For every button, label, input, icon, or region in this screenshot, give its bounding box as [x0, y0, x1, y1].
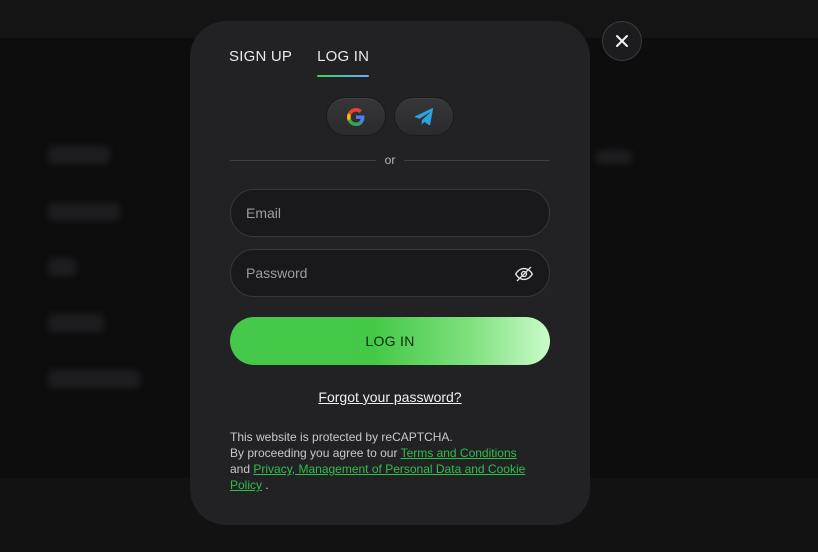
background-item — [596, 150, 632, 164]
terms-link[interactable]: Terms and Conditions — [401, 446, 517, 460]
recaptcha-notice: This website is protected by reCAPTCHA. — [230, 430, 453, 444]
privacy-line: and Privacy, Management of Personal Data… — [230, 461, 550, 493]
telegram-login-button[interactable] — [394, 97, 454, 136]
google-login-button[interactable] — [326, 97, 386, 136]
forgot-password-container: Forgot your password? — [190, 389, 590, 407]
login-modal: SIGN UP LOG IN or LOG IN Forgot your pas… — [190, 21, 590, 525]
legal-suffix: . — [262, 478, 269, 492]
background-item — [48, 203, 120, 221]
agreement-line: By proceeding you agree to our Terms and… — [230, 445, 550, 461]
privacy-policy-link[interactable]: Privacy, Management of Personal Data and… — [230, 462, 525, 492]
google-icon — [347, 107, 365, 126]
auth-tabs: SIGN UP LOG IN — [229, 49, 370, 79]
background-item — [48, 370, 140, 388]
background-item — [48, 146, 110, 164]
background-item — [48, 314, 104, 332]
telegram-icon — [414, 107, 434, 125]
background-item — [48, 258, 76, 276]
email-input[interactable] — [231, 190, 549, 236]
privacy-prefix: and — [230, 462, 254, 476]
eye-off-icon[interactable] — [514, 264, 534, 284]
legal-notice: This website is protected by reCAPTCHA. … — [230, 429, 550, 493]
tab-sign-up[interactable]: SIGN UP — [229, 49, 292, 77]
close-icon — [616, 35, 628, 47]
or-divider-text: or — [384, 153, 396, 167]
close-modal-button[interactable] — [602, 21, 642, 61]
divider-left — [230, 160, 376, 161]
divider-right — [404, 160, 550, 161]
password-field-container — [230, 249, 550, 297]
email-field-container — [230, 189, 550, 237]
forgot-password-link[interactable]: Forgot your password? — [318, 389, 461, 405]
password-input[interactable] — [231, 250, 549, 296]
agreement-prefix: By proceeding you agree to our — [230, 446, 401, 460]
tab-log-in[interactable]: LOG IN — [317, 49, 370, 77]
login-submit-button[interactable]: LOG IN — [230, 317, 550, 365]
